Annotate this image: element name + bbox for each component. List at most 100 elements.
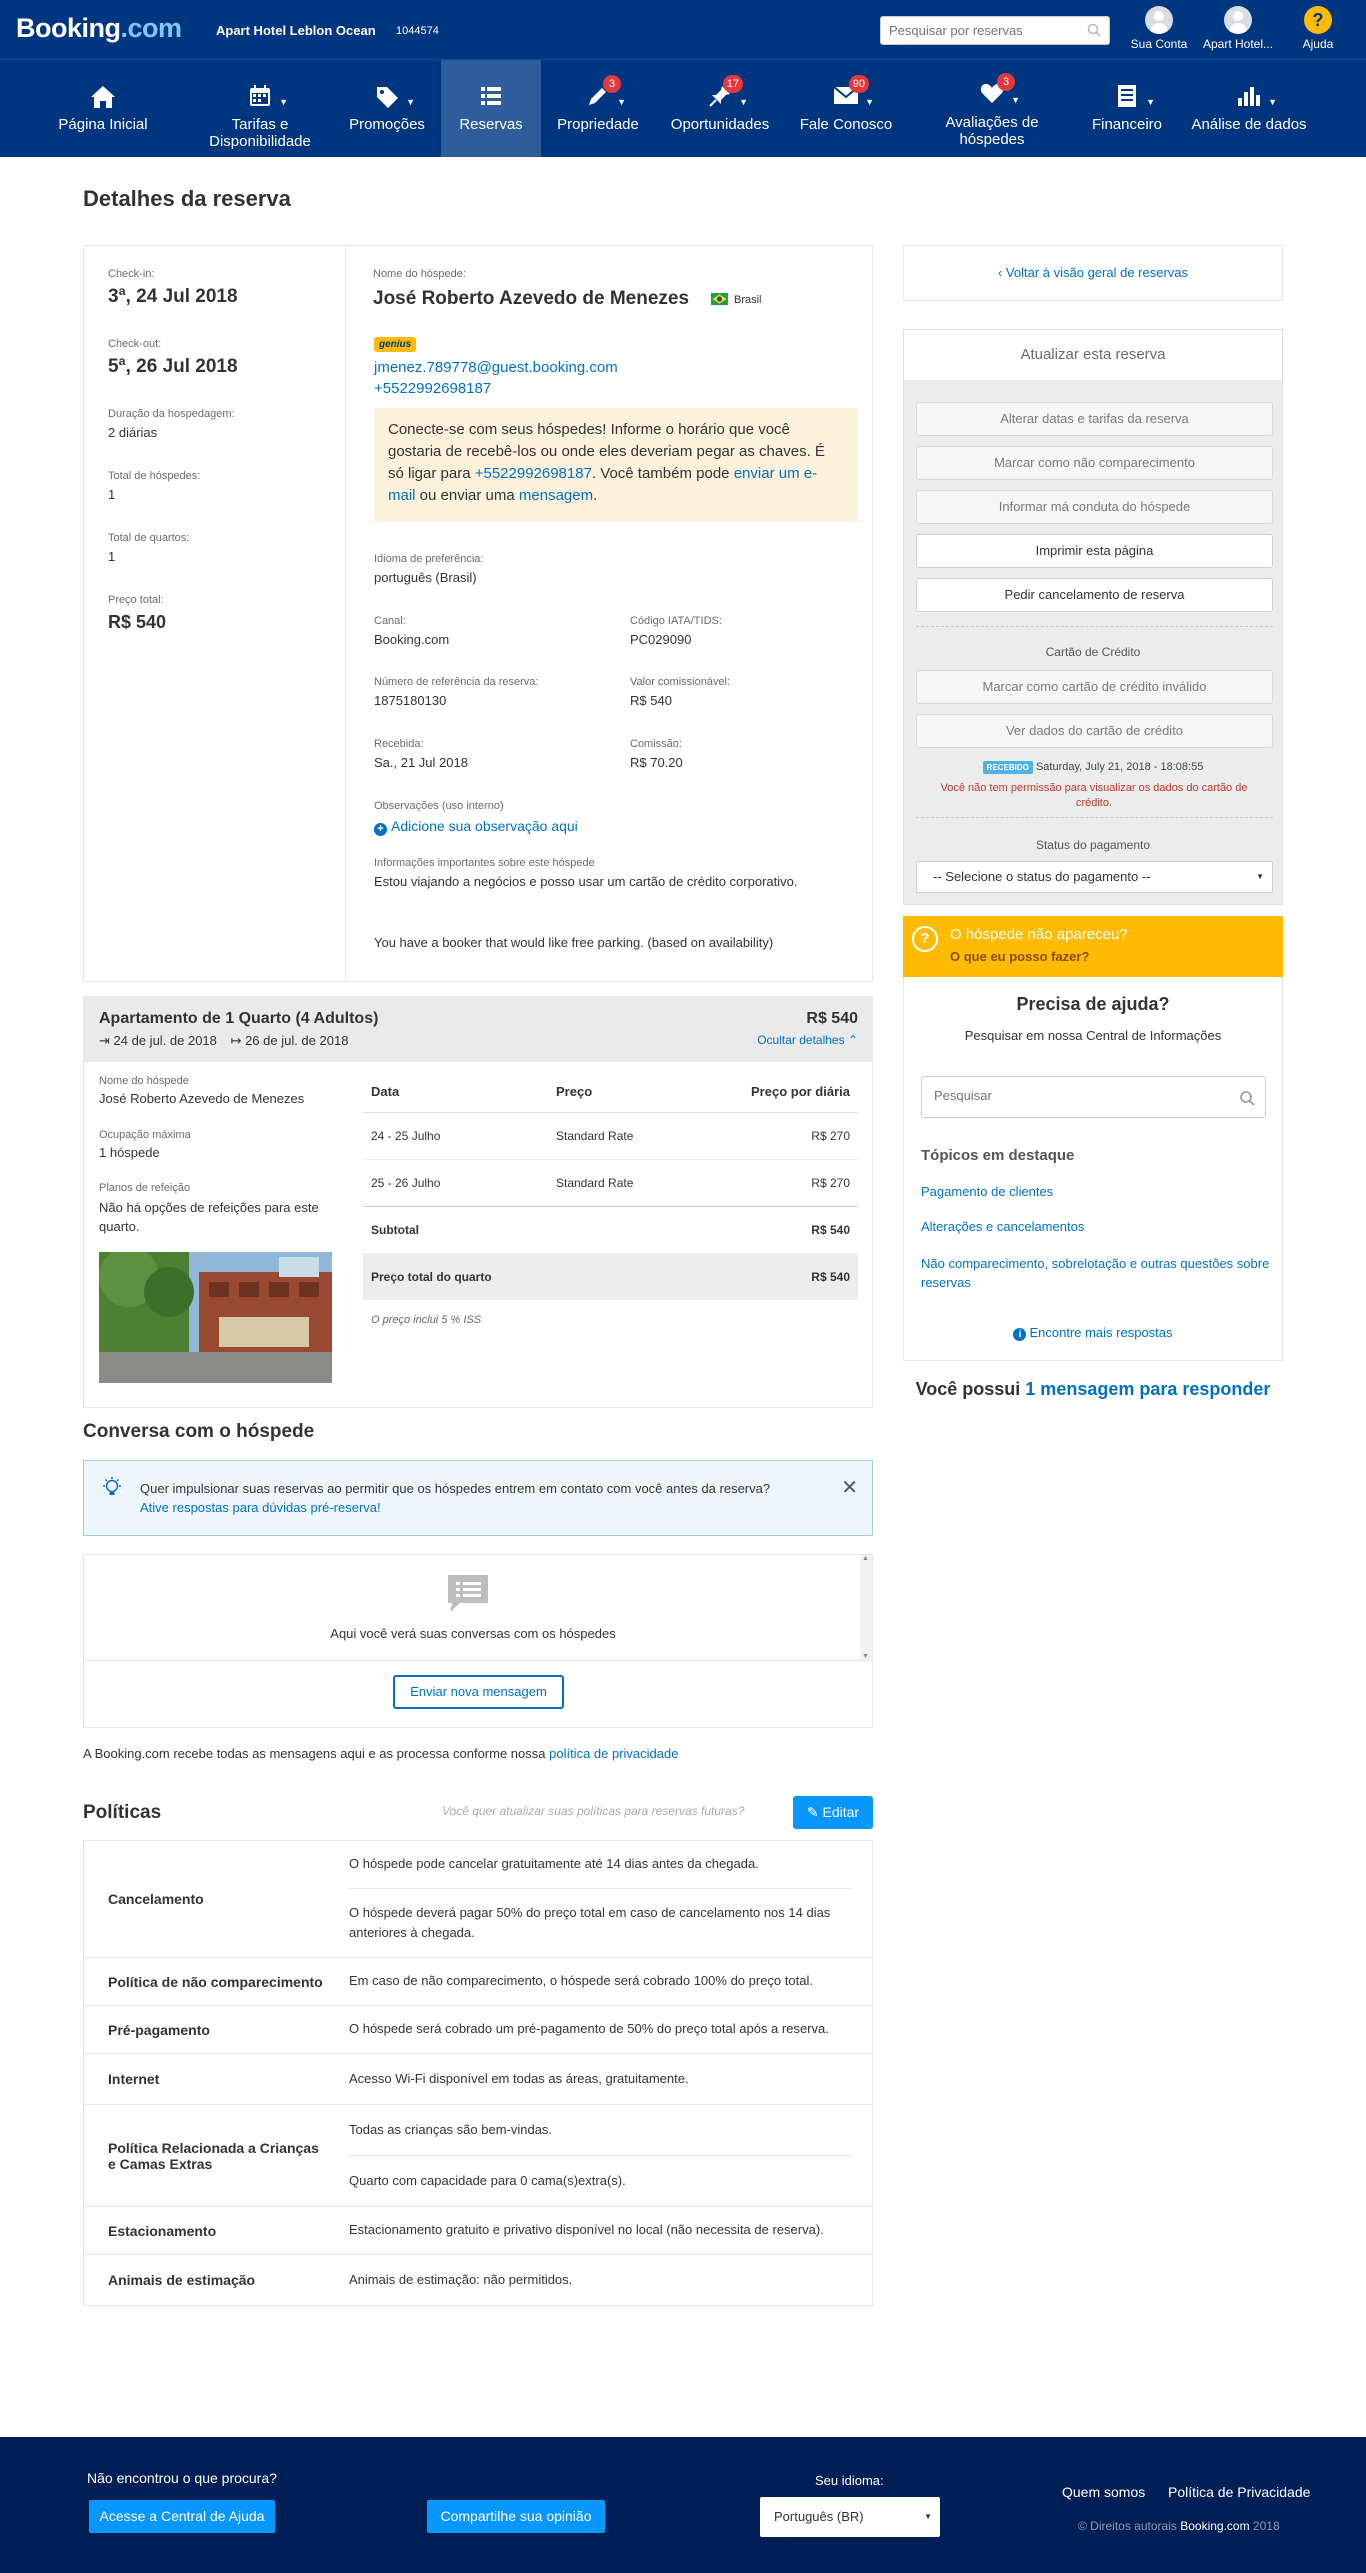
policy-value: Quarto com capacidade para 0 cama(s)extr… (349, 2173, 626, 2188)
request-cancellation-button[interactable]: Pedir cancelamento de reserva (916, 578, 1273, 612)
room-photo[interactable] (99, 1252, 332, 1383)
policy-row-prepayment: Pré-pagamento O hóspede será cobrado um … (84, 2006, 872, 2054)
hotel-menu-label: Apart Hotel... (1202, 37, 1274, 51)
messages-link[interactable]: 1 mensagem para responder (1025, 1379, 1270, 1399)
occupancy-value: 1 hóspede (99, 1145, 160, 1160)
guest-info-value: Estou viajando a negócios e posso usar u… (374, 874, 798, 889)
print-page-button[interactable]: Imprimir esta página (916, 534, 1273, 568)
booking-logo[interactable]: Booking.com (16, 13, 182, 44)
room-title: Apartamento de 1 Quarto (4 Adultos) (99, 1010, 379, 1027)
search-icon[interactable] (1239, 1090, 1255, 1109)
search-icon[interactable] (1087, 23, 1101, 40)
policy-value: Animais de estimação: não permitidos. (349, 2272, 573, 2287)
nav-rates-availability[interactable]: ▼ Tarifas e Disponibilidade (200, 60, 320, 157)
payment-status-title: Status do pagamento (1035, 838, 1151, 852)
chevron-down-icon: ▼ (739, 97, 748, 107)
meal-plan-value: Não há opções de refeições para este qua… (99, 1200, 319, 1234)
checkin-label: Check-in: (108, 268, 155, 280)
edit-policies-button[interactable]: ✎ Editar (793, 1796, 873, 1829)
nav-contact[interactable]: 90 ▼ Fale Conosco (793, 60, 899, 157)
connect-text: . (593, 487, 598, 504)
about-link[interactable]: Quem somos (1062, 2484, 1145, 2500)
commissionable-label: Valor comissionável: (630, 676, 731, 688)
guest-phone-link[interactable]: +5522992698187 (374, 380, 491, 397)
nav-opportunities[interactable]: 17 ▼ Oportunidades (660, 60, 780, 157)
help-title: Precisa de ajuda? (1016, 994, 1170, 1014)
divider (84, 1660, 872, 1661)
nav-reservations[interactable]: Reservas (441, 60, 541, 157)
nav-home[interactable]: Página Inicial (47, 60, 159, 157)
nav-analytics[interactable]: ▼ Análise de dados (1186, 60, 1312, 157)
nav-property[interactable]: 3 ▼ Propriedade (548, 60, 648, 157)
tax-row: O preço inclui 5 % ISS (363, 1300, 858, 1340)
policy-name: Estacionamento (108, 2222, 217, 2239)
guest-email-link[interactable]: jmenez.789778@guest.booking.com (374, 359, 618, 376)
update-reservation-title: Atualizar esta reserva (904, 330, 1282, 380)
report-misconduct-button[interactable]: Informar má conduta do hóspede (916, 490, 1273, 524)
reservation-summary: Check-in: 3ª, 24 Jul 2018 Check-out: 5ª,… (84, 246, 346, 981)
topic-link-payment[interactable]: Pagamento de clientes (921, 1184, 1053, 1199)
help-center-button[interactable]: Acesse a Central de Ajuda (89, 2500, 275, 2533)
checkin-icon: ⇥ (99, 1033, 110, 1048)
help-menu[interactable]: ? Ajuda (1278, 6, 1358, 51)
row-date: 24 - 25 Julho (371, 1128, 441, 1143)
main-nav: Página Inicial ▼ Tarifas e Disponibilida… (0, 60, 1366, 157)
share-feedback-button[interactable]: Compartilhe sua opinião (427, 2500, 605, 2533)
send-message-link[interactable]: mensagem (519, 487, 593, 504)
reservation-details-box: Check-in: 3ª, 24 Jul 2018 Check-out: 5ª,… (83, 245, 873, 982)
send-new-message-button[interactable]: Enviar nova mensagem (393, 1675, 564, 1709)
checkout-value: 5ª, 26 Jul 2018 (108, 356, 238, 377)
nav-label: Avaliações de hóspedes (945, 114, 1039, 148)
no-show-help-link[interactable]: O que eu posso fazer? (950, 949, 1089, 964)
enable-pre-booking-link[interactable]: Ative respostas para dúvidas pré-reserva… (140, 1500, 381, 1515)
privacy-policy-link[interactable]: política de privacidade (549, 1746, 678, 1761)
room-price: R$ 540 (806, 1010, 858, 1027)
nav-finance[interactable]: ▼ Financeiro (1080, 60, 1174, 157)
policy-row-parking: Estacionamento Estacionamento gratuito e… (84, 2207, 872, 2255)
topic-link-no-show[interactable]: Não comparecimento, sobrelotação e outra… (921, 1254, 1271, 1292)
language-select[interactable]: Português (BR) ▼ (760, 2497, 940, 2537)
more-answers-link[interactable]: i Encontre mais respostas (904, 1325, 1282, 1341)
no-permission-message: Você não tem permissão para visualizar o… (940, 782, 1248, 809)
policy-name: Internet (108, 2071, 160, 2087)
account-menu[interactable]: Sua Conta (1119, 6, 1199, 51)
help-search-input[interactable] (934, 1088, 1224, 1103)
topics-title: Tópicos em destaque (921, 1147, 1075, 1164)
guest-name: José Roberto Azevedo de Menezes (373, 288, 690, 309)
payment-status-select[interactable]: -- Selecione o status do pagamento -- ▼ (916, 861, 1273, 893)
privacy-policy-footer-link[interactable]: Política de Privacidade (1168, 2484, 1310, 2500)
add-note-link[interactable]: + Adicione sua observação aqui (374, 818, 578, 836)
hotel-menu[interactable]: Apart Hotel... (1198, 6, 1278, 51)
reservation-search-box (880, 16, 1110, 45)
close-icon[interactable]: ✕ (841, 1475, 858, 1500)
checkin-value: 3ª, 24 Jul 2018 (108, 286, 238, 307)
nav-promotions[interactable]: ▼ Promoções (340, 60, 434, 157)
conversation-scrollbar[interactable]: ▲ ▼ (860, 1555, 872, 1660)
mark-card-invalid-button[interactable]: Marcar como cartão de crédito inválido (916, 670, 1273, 704)
reviews-badge: 3 (997, 73, 1015, 91)
opportunities-badge: 17 (722, 75, 743, 93)
mark-no-show-button[interactable]: Marcar como não comparecimento (916, 446, 1273, 480)
nav-reviews[interactable]: 3 ▼ Avaliações de hóspedes (932, 60, 1052, 157)
connect-phone-link[interactable]: +5522992698187 (475, 465, 592, 482)
privacy-notice: A Booking.com recebe todas as mensagens … (83, 1746, 678, 1761)
booking-ref-value: 1875180130 (374, 693, 447, 708)
policies-title: Políticas (83, 1802, 162, 1823)
commission-label: Comissão: (630, 738, 682, 750)
policy-row-cancellation: Cancelamento O hóspede pode cancelar gra… (84, 1841, 872, 1958)
change-dates-button[interactable]: Alterar datas e tarifas da reserva (916, 402, 1273, 436)
more-answers-label: Encontre mais respostas (1029, 1325, 1173, 1340)
edit-label: Editar (822, 1804, 860, 1820)
language-label: Seu idioma: (815, 2473, 884, 2488)
nav-label: Reservas (459, 116, 523, 133)
reservation-search-input[interactable] (881, 17, 1071, 44)
bar-chart-icon: ▼ (1235, 84, 1277, 110)
column-header-price: Preço (556, 1084, 593, 1100)
policy-row-internet: Internet Acesso Wi-Fi disponível em toda… (84, 2054, 872, 2105)
view-card-button[interactable]: Ver dados do cartão de crédito (916, 714, 1273, 748)
nav-label: Propriedade (557, 116, 639, 133)
topic-link-changes[interactable]: Alterações e cancelamentos (921, 1219, 1084, 1234)
hide-details-link[interactable]: Ocultar detalhes ⌃ (757, 1033, 858, 1047)
back-to-reservations-link[interactable]: ‹ Voltar à visão geral de reservas (904, 265, 1282, 280)
chevron-down-icon: ▼ (1011, 95, 1020, 105)
